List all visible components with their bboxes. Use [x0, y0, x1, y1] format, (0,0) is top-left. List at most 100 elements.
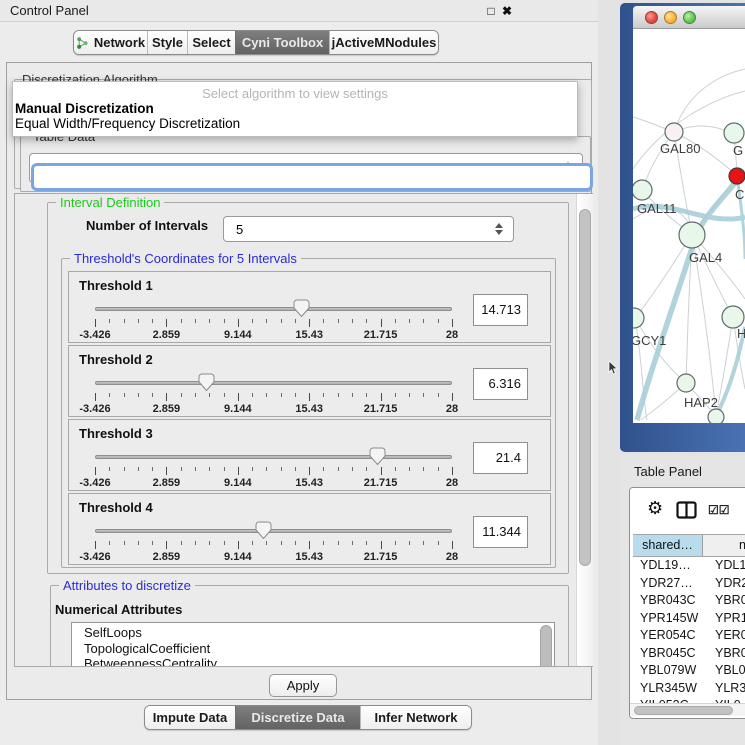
- column-header-shared[interactable]: shared…: [633, 535, 703, 556]
- split-column-icon[interactable]: [676, 501, 697, 519]
- tab-style[interactable]: Style: [147, 31, 187, 54]
- node-h[interactable]: [722, 306, 744, 328]
- threshold-slider[interactable]: -3.4262.8599.14415.4321.71528: [95, 372, 452, 418]
- float-panel-button[interactable]: □: [484, 0, 498, 22]
- threshold-slider[interactable]: -3.4262.8599.14415.4321.71528: [95, 520, 452, 566]
- tick-mark: [138, 393, 139, 397]
- tick-label: 9.144: [224, 551, 252, 563]
- tick-mark: [252, 393, 253, 397]
- tick-label: -3.426: [79, 329, 110, 341]
- hscrollbar-thumb[interactable]: [634, 706, 733, 715]
- table-row[interactable]: YPR145WYPR1: [633, 610, 745, 628]
- table-row[interactable]: YBR043CYBR0: [633, 592, 745, 610]
- tick-mark: [195, 319, 196, 323]
- slider-tick-labels: -3.4262.8599.14415.4321.71528: [95, 551, 452, 564]
- threshold-slider[interactable]: -3.4262.8599.14415.4321.71528: [95, 298, 452, 344]
- tick-mark: [138, 319, 139, 323]
- settings-scrollbar[interactable]: [576, 194, 593, 666]
- tab-infer-network[interactable]: Infer Network: [360, 706, 471, 729]
- node-gcy1[interactable]: [633, 308, 644, 328]
- tick-label: 15.43: [295, 477, 323, 489]
- apply-button[interactable]: Apply: [269, 674, 337, 697]
- tick-label: 9.144: [224, 329, 252, 341]
- network-window-titlebar[interactable]: [633, 6, 745, 29]
- tick-label: -3.426: [79, 403, 110, 415]
- popup-option-equal-width-frequency-discretization[interactable]: Equal Width/Frequency Discretization: [13, 116, 577, 131]
- popup-option-manual-discretization[interactable]: Manual Discretization: [13, 101, 577, 116]
- numerical-attributes-list[interactable]: SelfLoopsTopologicalCoefficientBetweenne…: [71, 622, 555, 667]
- tab-select[interactable]: Select: [187, 31, 235, 54]
- attributes-list-scrollbar[interactable]: [540, 625, 552, 667]
- table-row[interactable]: YDL19…YDL1: [633, 557, 745, 575]
- cell-name: YBL0: [703, 662, 745, 680]
- tab-jactivemnodules[interactable]: jActiveMNodules: [329, 31, 438, 54]
- settings-scroll-area: Interval Definition Number of Intervals …: [14, 193, 593, 667]
- close-window-button[interactable]: [645, 11, 658, 24]
- scrollbar-thumb[interactable]: [579, 209, 591, 566]
- table-row[interactable]: YDR27…YDR2: [633, 575, 745, 593]
- network-canvas[interactable]: GAL80 G C GAL11 GAL4 GCY1 H HAP2: [633, 29, 745, 423]
- node-label-gal4: GAL4: [689, 250, 722, 265]
- zoom-window-button[interactable]: [683, 11, 696, 24]
- slider-thumb[interactable]: [369, 447, 386, 466]
- slider-track[interactable]: [95, 381, 452, 385]
- tick-mark: [366, 541, 367, 545]
- slider-tick-labels: -3.4262.8599.14415.4321.71528: [95, 403, 452, 416]
- table-row[interactable]: YER054CYER0: [633, 627, 745, 645]
- slider-track[interactable]: [95, 529, 452, 533]
- node-gal11[interactable]: [633, 180, 652, 200]
- tab-network[interactable]: Network: [74, 31, 147, 54]
- gear-icon[interactable]: ⚙: [647, 498, 663, 519]
- table-row[interactable]: YBL079WYBL0: [633, 662, 745, 680]
- tab-discretize-data[interactable]: Discretize Data: [235, 706, 360, 729]
- tick-mark: [138, 541, 139, 545]
- network-window-frame[interactable]: GAL80 G C GAL11 GAL4 GCY1 H HAP2: [620, 3, 745, 452]
- threshold-value-field[interactable]: 14.713: [473, 294, 528, 326]
- cyni-toolbox-panel: Table Data galFiltered.sif default node …: [6, 62, 592, 700]
- tick-label: 2.859: [153, 403, 181, 415]
- node-label-gcy1: GCY1: [633, 333, 666, 348]
- close-panel-button[interactable]: ✖: [500, 0, 514, 22]
- algorithm-combobox[interactable]: [31, 163, 593, 191]
- table-row[interactable]: YBR045CYBR0: [633, 645, 745, 663]
- network-view-window: GAL80 G C GAL11 GAL4 GCY1 H HAP2: [633, 6, 745, 423]
- tick-mark: [124, 319, 125, 323]
- tab-cyni-toolbox[interactable]: Cyni Toolbox: [235, 31, 329, 54]
- threshold-value-field[interactable]: 21.4: [473, 442, 528, 474]
- tick-mark: [423, 393, 424, 397]
- tick-mark: [166, 319, 167, 327]
- checkbox-icons[interactable]: ☑☑: [708, 503, 730, 517]
- node-top-right[interactable]: [724, 123, 744, 143]
- threshold-value-field[interactable]: 11.344: [473, 516, 528, 548]
- tick-mark: [381, 541, 382, 549]
- tick-mark: [181, 467, 182, 471]
- tab-impute-data[interactable]: Impute Data: [145, 706, 235, 729]
- table-hscrollbar[interactable]: [630, 703, 745, 716]
- minimize-window-button[interactable]: [664, 11, 677, 24]
- popup-options: Manual DiscretizationEqual Width/Frequen…: [13, 101, 577, 131]
- cell-name: YPR1: [703, 610, 745, 628]
- table-row[interactable]: YLR345WYLR3: [633, 680, 745, 698]
- column-header-name[interactable]: n: [703, 535, 745, 556]
- slider-track[interactable]: [95, 307, 452, 311]
- node-gal4[interactable]: [679, 222, 705, 248]
- tick-mark: [124, 467, 125, 471]
- node-bottom[interactable]: [708, 409, 724, 423]
- tick-label: 21.715: [364, 477, 398, 489]
- attribute-item[interactable]: TopologicalCoefficient: [72, 641, 554, 657]
- threshold-value-field[interactable]: 6.316: [473, 368, 528, 400]
- slider-thumb[interactable]: [198, 373, 215, 392]
- node-gal80[interactable]: [665, 123, 683, 141]
- node-red-selected[interactable]: [729, 168, 745, 184]
- slider-thumb[interactable]: [293, 299, 310, 318]
- attribute-item[interactable]: SelfLoops: [72, 623, 554, 641]
- num-intervals-combobox[interactable]: 5: [223, 216, 514, 242]
- cell-shared-name: YER054C: [633, 627, 703, 645]
- node-hap2[interactable]: [677, 374, 695, 392]
- tick-mark: [109, 319, 110, 323]
- threshold-slider[interactable]: -3.4262.8599.14415.4321.71528: [95, 446, 452, 492]
- slider-track[interactable]: [95, 455, 452, 459]
- thresholds-group: Threshold's Coordinates for 5 Intervals …: [61, 258, 556, 568]
- slider-thumb[interactable]: [255, 521, 272, 540]
- attribute-item[interactable]: BetweennessCentrality: [72, 656, 554, 667]
